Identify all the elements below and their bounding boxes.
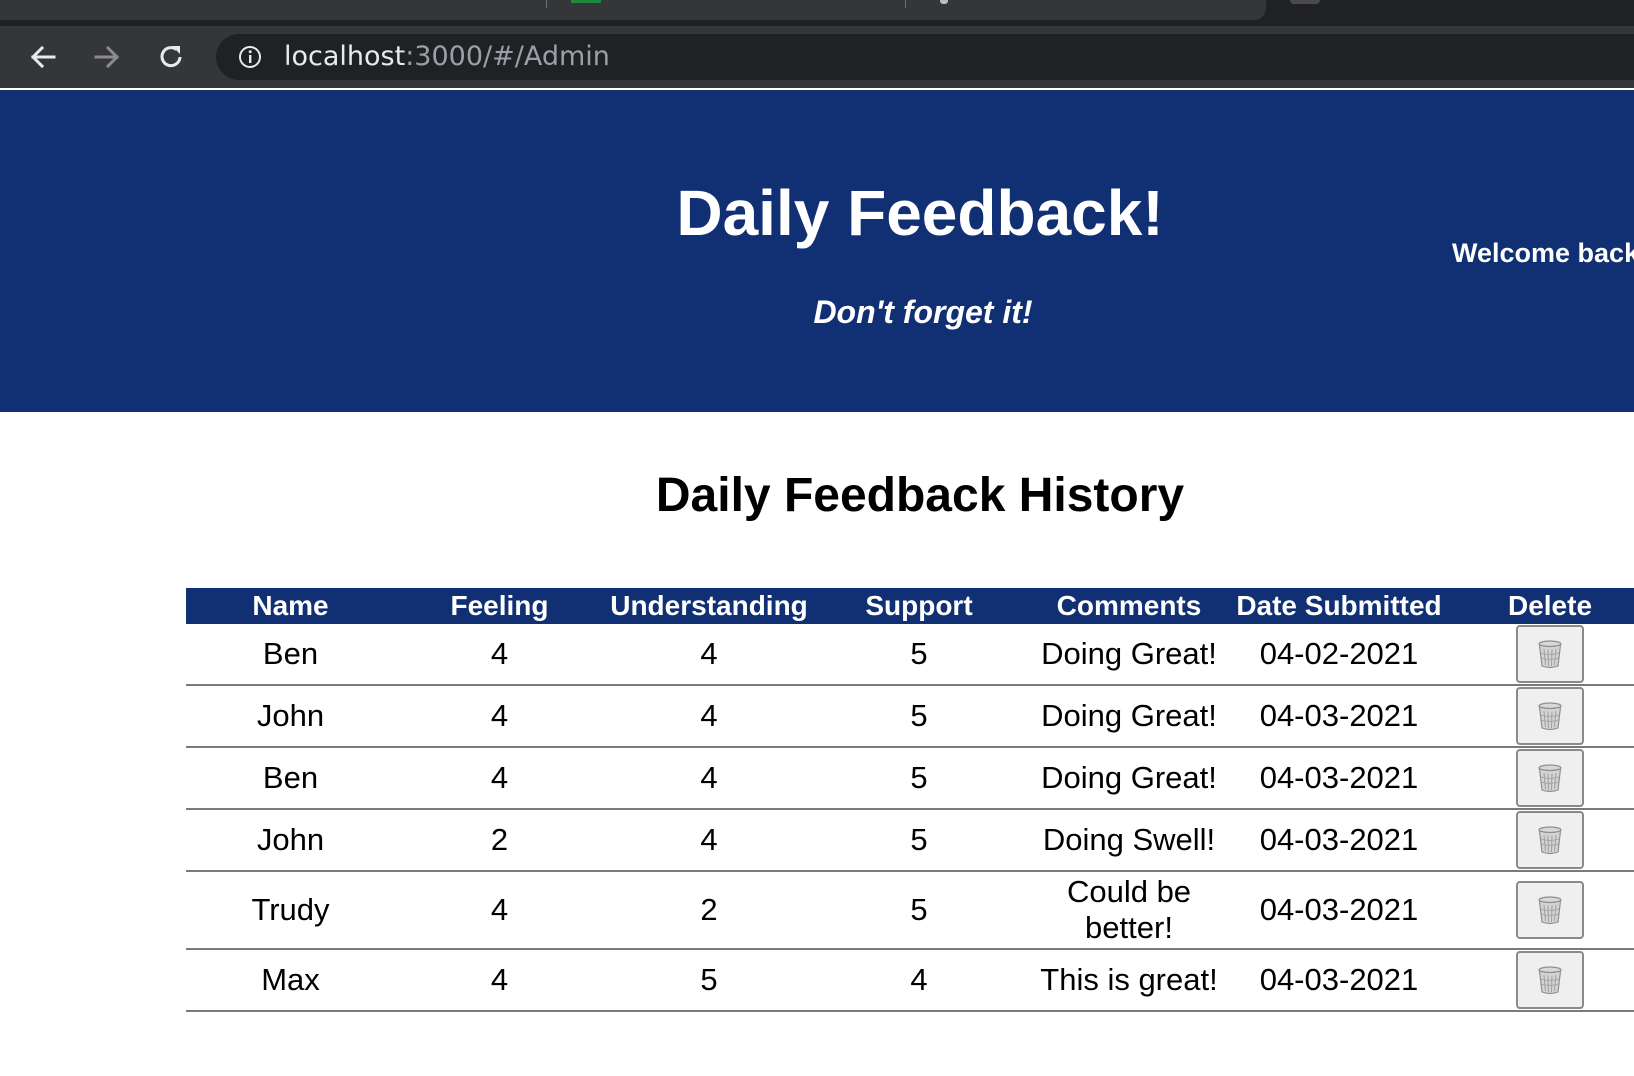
delete-button[interactable] bbox=[1516, 625, 1584, 683]
cell-name: Max bbox=[186, 949, 395, 1012]
column-header-support[interactable]: Support bbox=[814, 588, 1024, 624]
app-header: Daily Feedback! Don't forget it! Welcome… bbox=[0, 90, 1634, 412]
trash-icon bbox=[1536, 825, 1564, 855]
cell-name: Ben bbox=[186, 624, 395, 686]
address-bar[interactable]: localhost:3000/#/Admin bbox=[216, 34, 1634, 80]
cell-name: John bbox=[186, 809, 395, 872]
cell-understanding: 2 bbox=[604, 871, 814, 950]
cell-comments: Doing Great! bbox=[1024, 747, 1234, 810]
cell-comments: Doing Swell! bbox=[1024, 809, 1234, 872]
url-text[interactable]: localhost:3000/#/Admin bbox=[284, 34, 610, 80]
browser-tab-inactive[interactable] bbox=[1290, 0, 1320, 4]
trash-icon bbox=[1536, 701, 1564, 731]
cell-feeling: 2 bbox=[395, 809, 604, 872]
back-button[interactable] bbox=[25, 39, 61, 75]
cell-support: 5 bbox=[814, 871, 1024, 950]
cell-support: 5 bbox=[814, 747, 1024, 810]
info-icon[interactable] bbox=[238, 45, 262, 69]
app-tagline: Don't forget it! bbox=[813, 294, 1033, 330]
cell-understanding: 4 bbox=[604, 685, 814, 748]
cell-delete bbox=[1444, 949, 1634, 1012]
cell-understanding: 5 bbox=[604, 949, 814, 1012]
cell-support: 5 bbox=[814, 809, 1024, 872]
cell-comments: Doing Great! bbox=[1024, 685, 1234, 748]
column-header-name[interactable]: Name bbox=[186, 588, 395, 624]
welcome-message: Welcome back bbox=[1452, 238, 1634, 268]
cell-understanding: 4 bbox=[604, 747, 814, 810]
forward-button[interactable] bbox=[89, 39, 125, 75]
cell-understanding: 4 bbox=[604, 809, 814, 872]
cell-understanding: 4 bbox=[604, 624, 814, 686]
table-row: John 2 4 5 Doing Swell! 04-03-2021 bbox=[186, 809, 1634, 872]
column-header-comments[interactable]: Comments bbox=[1024, 588, 1234, 624]
cell-comments: This is great! bbox=[1024, 949, 1234, 1012]
delete-button[interactable] bbox=[1516, 749, 1584, 807]
history-title: Daily Feedback History bbox=[655, 469, 1185, 522]
cell-date: 04-03-2021 bbox=[1234, 685, 1444, 748]
trash-icon bbox=[1536, 895, 1564, 925]
cell-name: Trudy bbox=[186, 871, 395, 950]
cell-name: Ben bbox=[186, 747, 395, 810]
delete-button[interactable] bbox=[1516, 687, 1584, 745]
arrow-left-icon bbox=[30, 45, 56, 69]
column-header-feeling[interactable]: Feeling bbox=[395, 588, 604, 624]
table-row: Trudy 4 2 5 Could be better! 04-03-2021 bbox=[186, 871, 1634, 950]
browser-tab-strip bbox=[0, 0, 1634, 26]
table-row: Ben 4 4 5 Doing Great! 04-03-2021 bbox=[186, 747, 1634, 810]
cell-date: 04-03-2021 bbox=[1234, 809, 1444, 872]
delete-button[interactable] bbox=[1516, 811, 1584, 869]
cell-date: 04-03-2021 bbox=[1234, 871, 1444, 950]
column-header-date-submitted[interactable]: Date Submitted bbox=[1234, 588, 1444, 624]
column-header-understanding[interactable]: Understanding bbox=[604, 588, 814, 624]
browser-toolbar: localhost:3000/#/Admin bbox=[0, 26, 1634, 88]
tab-separator bbox=[905, 0, 906, 8]
table-row: Ben 4 4 5 Doing Great! 04-02-2021 bbox=[186, 624, 1634, 686]
cell-name: John bbox=[186, 685, 395, 748]
url-host: localhost bbox=[284, 41, 406, 72]
cell-date: 04-02-2021 bbox=[1234, 624, 1444, 686]
app-title: Daily Feedback! bbox=[676, 177, 1164, 249]
reload-icon bbox=[160, 46, 182, 68]
table-row: John 4 4 5 Doing Great! 04-03-2021 bbox=[186, 685, 1634, 748]
tab-separator bbox=[546, 0, 547, 8]
cell-support: 5 bbox=[814, 624, 1024, 686]
cell-delete bbox=[1444, 871, 1634, 950]
table-row: Max 4 5 4 This is great! 04-03-2021 bbox=[186, 949, 1634, 1012]
cell-feeling: 4 bbox=[395, 871, 604, 950]
cell-delete bbox=[1444, 747, 1634, 810]
cell-comments: Doing Great! bbox=[1024, 624, 1234, 686]
cell-feeling: 4 bbox=[395, 949, 604, 1012]
delete-button[interactable] bbox=[1516, 881, 1584, 939]
reload-button[interactable] bbox=[153, 39, 189, 75]
browser-tab-active[interactable] bbox=[0, 0, 1266, 20]
cell-comments: Could be better! bbox=[1024, 871, 1234, 950]
tab-favicon-icon bbox=[571, 0, 601, 3]
cell-date: 04-03-2021 bbox=[1234, 949, 1444, 1012]
feedback-table: Name Feeling Understanding Support Comme… bbox=[186, 588, 1634, 1012]
cell-feeling: 4 bbox=[395, 685, 604, 748]
cell-support: 4 bbox=[814, 949, 1024, 1012]
cell-feeling: 4 bbox=[395, 624, 604, 686]
feedback-table-container: Name Feeling Understanding Support Comme… bbox=[186, 588, 1634, 1012]
trash-icon bbox=[1536, 639, 1564, 669]
cell-date: 04-03-2021 bbox=[1234, 747, 1444, 810]
cell-support: 5 bbox=[814, 685, 1024, 748]
table-header-row: Name Feeling Understanding Support Comme… bbox=[186, 588, 1634, 624]
arrow-right-icon bbox=[94, 45, 120, 69]
cell-delete bbox=[1444, 685, 1634, 748]
trash-icon bbox=[1536, 965, 1564, 995]
tab-favicon-icon bbox=[940, 0, 948, 4]
cell-delete bbox=[1444, 624, 1634, 686]
cell-feeling: 4 bbox=[395, 747, 604, 810]
url-path: :3000/#/Admin bbox=[405, 41, 610, 72]
trash-icon bbox=[1536, 763, 1564, 793]
delete-button[interactable] bbox=[1516, 951, 1584, 1009]
cell-delete bbox=[1444, 809, 1634, 872]
column-header-delete[interactable]: Delete bbox=[1444, 588, 1634, 624]
